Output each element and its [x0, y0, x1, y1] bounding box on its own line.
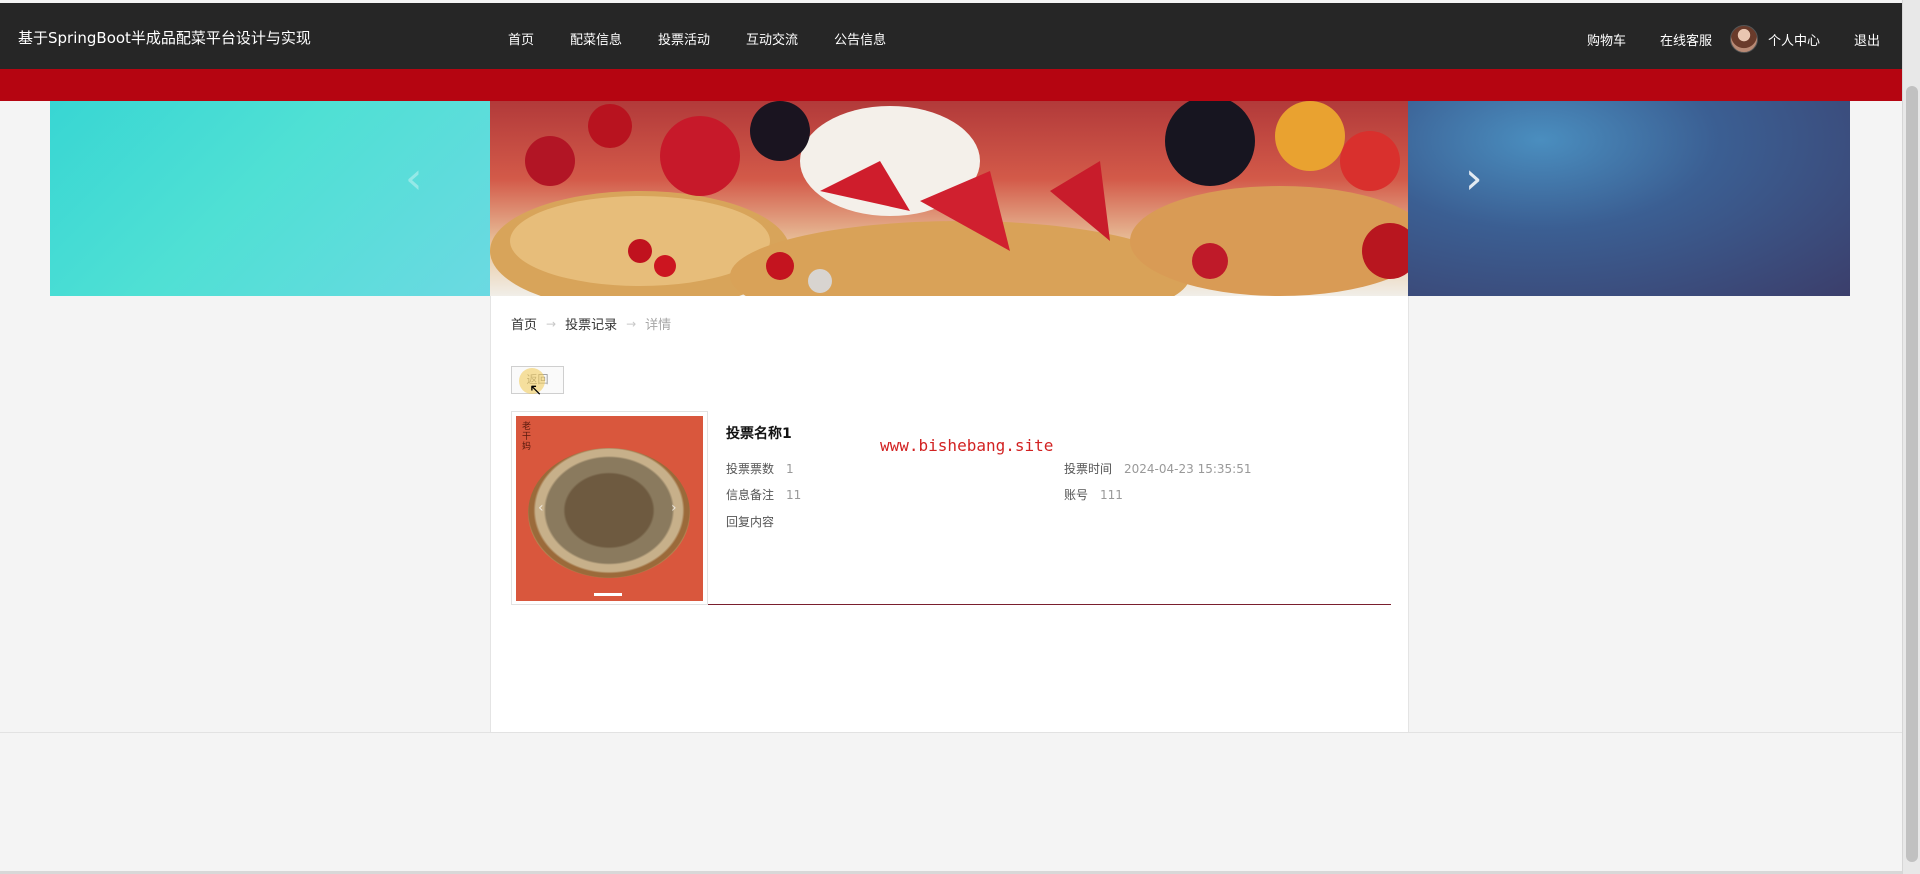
dish-image: 老干妈 ‹ › — [516, 416, 703, 601]
account-row: 账号 111 — [1064, 486, 1123, 503]
remark-label: 信息备注 — [726, 488, 775, 502]
online-service-link[interactable]: 在线客服 — [1660, 30, 1712, 49]
chevron-right-icon[interactable]: › — [1465, 153, 1483, 204]
reply-label: 回复内容 — [726, 515, 775, 529]
votes-row: 投票票数 1 — [726, 460, 794, 477]
main-nav: 首页 配菜信息 投票活动 互动交流 公告信息 — [508, 29, 922, 48]
breadcrumb-current: 详情 — [645, 318, 672, 333]
remark-value: 11 — [786, 488, 802, 502]
site-title[interactable]: 基于SpringBoot半成品配菜平台设计与实现 — [18, 27, 311, 48]
nav-item-dishes[interactable]: 配菜信息 — [570, 29, 622, 48]
account-label: 账号 — [1064, 488, 1089, 502]
banner-carousel[interactable]: ‹ › — [50, 101, 1850, 296]
top-navbar: 基于SpringBoot半成品配菜平台设计与实现 首页 配菜信息 投票活动 互动… — [0, 3, 1902, 69]
account-value: 111 — [1100, 488, 1123, 502]
image-carousel[interactable]: 老干妈 ‹ › — [511, 411, 708, 605]
footer-divider — [0, 732, 1902, 733]
page-scrollbar[interactable] — [1902, 0, 1920, 874]
thumbnail-caption: 老干妈 — [522, 422, 532, 452]
carousel-slide-current — [490, 101, 1408, 296]
detail-panel: 首页 → 投票记录 → 详情 返回 ↖ 老干妈 ‹ › 投票名称1 投票票数1 … — [490, 296, 1409, 732]
user-nav: 购物车 在线客服 个人中心 退出 — [1553, 25, 1880, 53]
nav-item-home[interactable]: 首页 — [508, 29, 534, 48]
breadcrumb-vote-records[interactable]: 投票记录 — [565, 314, 617, 333]
vote-info: 投票名称1 — [726, 423, 1386, 443]
time-label: 投票时间 — [1064, 462, 1113, 476]
profile-link[interactable]: 个人中心 — [1768, 30, 1820, 49]
remark-row: 信息备注 11 — [726, 486, 801, 503]
watermark-text: www.bishebang.site — [880, 436, 1054, 455]
breadcrumb-separator: → — [626, 316, 637, 331]
scrollbar-thumb[interactable] — [1906, 86, 1918, 862]
chevron-left-icon[interactable]: ‹ — [538, 500, 544, 516]
breadcrumb-separator: → — [546, 316, 557, 331]
cart-link[interactable]: 购物车 — [1587, 30, 1626, 49]
reply-row: 回复内容 — [726, 513, 774, 530]
vote-name: 投票名称1 — [726, 426, 792, 442]
berry-tart-image — [490, 101, 1408, 296]
time-value: 2024-04-23 15:35:51 — [1124, 462, 1252, 476]
breadcrumb: 首页 → 投票记录 → 详情 — [511, 314, 672, 334]
breadcrumb-home[interactable]: 首页 — [511, 314, 537, 333]
time-row: 投票时间 2024-04-23 15:35:51 — [1064, 460, 1251, 477]
carousel-slide-prev — [50, 101, 490, 296]
logout-link[interactable]: 退出 — [1854, 30, 1880, 49]
noodle-bowl-graphic — [528, 448, 690, 578]
nav-item-voting[interactable]: 投票活动 — [658, 29, 710, 48]
chevron-left-icon[interactable]: ‹ — [405, 153, 423, 204]
nav-item-forum[interactable]: 互动交流 — [746, 29, 798, 48]
accent-red-bar — [0, 69, 1902, 101]
votes-label: 投票票数 — [726, 462, 775, 476]
chevron-right-icon[interactable]: › — [671, 500, 677, 516]
nav-item-notices[interactable]: 公告信息 — [834, 29, 886, 48]
votes-value: 1 — [786, 462, 794, 476]
carousel-indicator[interactable] — [594, 593, 622, 596]
avatar[interactable] — [1729, 25, 1758, 53]
mouse-cursor-icon: ↖ — [529, 380, 543, 399]
